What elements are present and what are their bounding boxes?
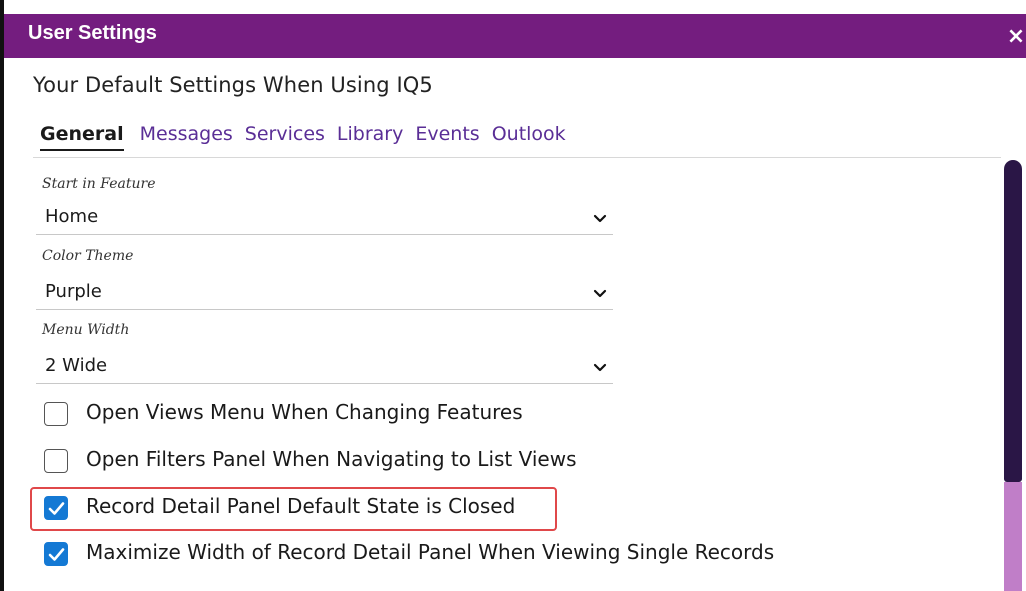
open-views-menu-checkbox[interactable] [44,402,68,426]
checkmark-icon [48,548,65,561]
page-heading: Your Default Settings When Using IQ5 [33,73,433,97]
close-button[interactable]: × [1006,24,1026,49]
settings-tabs: General Messages Services Library Events… [40,123,578,151]
open-filters-panel-label: Open Filters Panel When Navigating to Li… [86,447,577,471]
start-feature-label: Start in Feature [42,176,156,192]
title-bar: User Settings × [4,14,1026,58]
checkmark-icon [48,502,65,515]
scrollbar-thumb[interactable] [1004,160,1022,482]
start-feature-value: Home [45,206,99,227]
start-feature-select[interactable]: Home [36,204,613,235]
tab-outlook[interactable]: Outlook [492,123,566,151]
maximize-record-detail-checkbox[interactable] [44,542,68,566]
tab-events[interactable]: Events [415,123,479,151]
tab-services[interactable]: Services [245,123,325,151]
chevron-down-icon [593,214,607,223]
menu-width-value: 2 Wide [45,355,108,376]
record-detail-closed-checkbox[interactable] [44,496,68,520]
menu-width-label: Menu Width [42,322,130,338]
scrollbar-track-lower[interactable] [1004,482,1022,591]
menu-width-select[interactable]: 2 Wide [36,353,613,384]
chevron-down-icon [593,363,607,372]
tab-divider [33,157,1001,158]
maximize-record-detail-label: Maximize Width of Record Detail Panel Wh… [86,540,775,564]
open-views-menu-label: Open Views Menu When Changing Features [86,400,523,424]
color-theme-label: Color Theme [42,248,134,264]
user-settings-dialog: User Settings × Your Default Settings Wh… [0,0,1026,591]
color-theme-value: Purple [45,281,102,302]
color-theme-select[interactable]: Purple [36,279,613,310]
open-filters-panel-checkbox[interactable] [44,449,68,473]
tab-messages[interactable]: Messages [140,123,233,151]
chevron-down-icon [593,289,607,298]
record-detail-closed-label: Record Detail Panel Default State is Clo… [86,494,516,518]
tab-library[interactable]: Library [337,123,403,151]
top-strip [4,0,1026,14]
tab-general[interactable]: General [40,123,124,151]
dialog-title: User Settings [28,22,157,44]
